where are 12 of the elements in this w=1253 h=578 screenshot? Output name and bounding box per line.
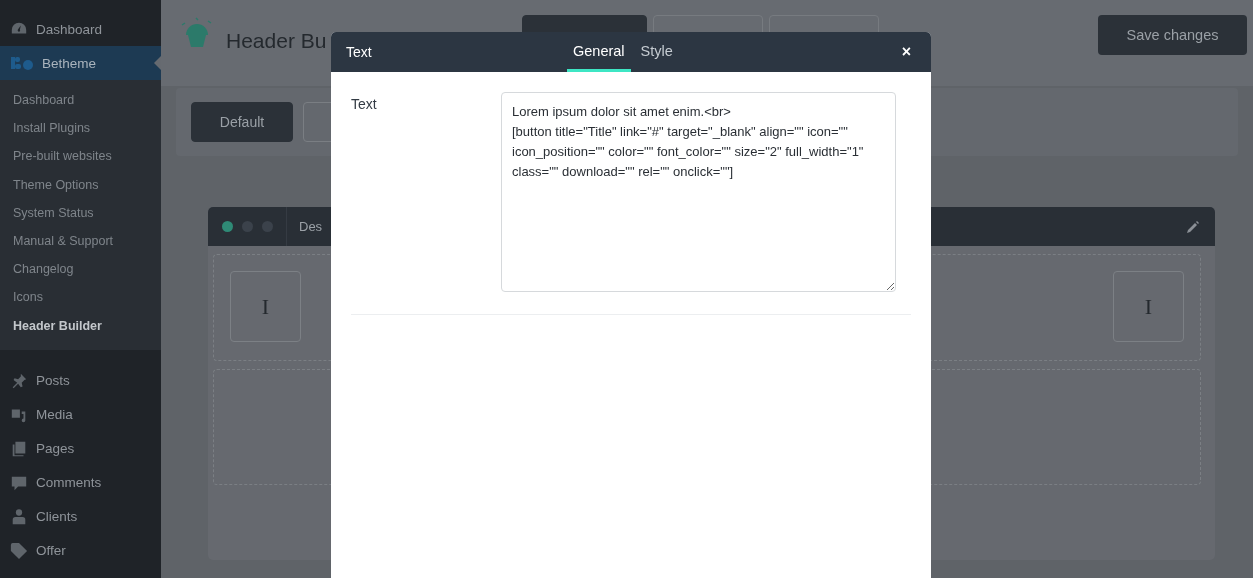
menu-label: Comments: [36, 475, 102, 491]
menu-label: Pages: [36, 441, 75, 457]
menu-label: Clients: [36, 509, 78, 525]
page-title: Header Bu: [226, 29, 327, 53]
menu-label: Posts: [36, 373, 70, 389]
menu-label: Betheme: [42, 55, 97, 71]
menu-label: Media: [36, 407, 73, 423]
field-label: Text: [351, 95, 378, 112]
modal-title: Text: [346, 44, 372, 60]
card-title: Des: [299, 219, 323, 234]
menu-label: Dashboard: [36, 21, 103, 37]
menu-label: Offer: [36, 543, 66, 559]
